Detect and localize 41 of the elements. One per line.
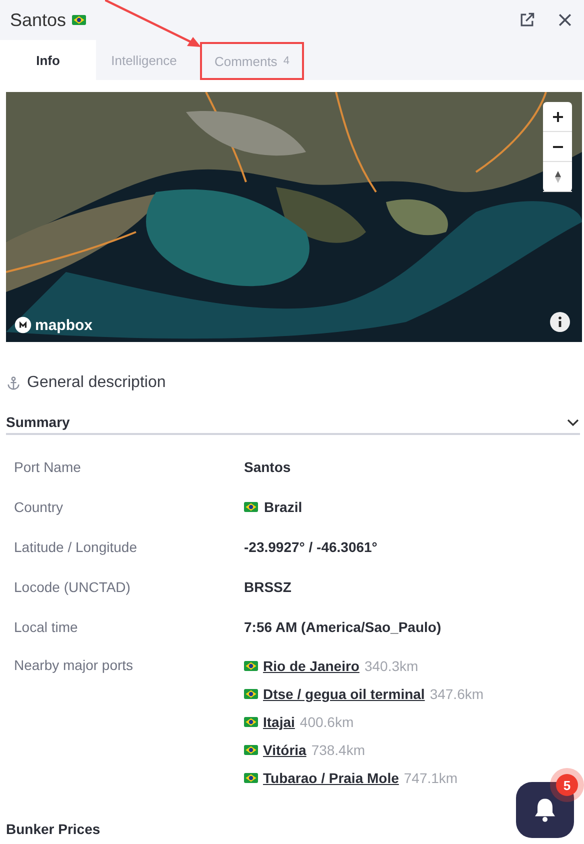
distance-text: 747.1km — [404, 770, 458, 786]
brazil-flag-icon — [244, 773, 258, 783]
field-value: -23.9927° / -46.3061° — [244, 539, 378, 555]
field-label: Country — [14, 499, 64, 515]
field-value: 7:56 AM (America/Sao_Paulo) — [244, 619, 442, 635]
port-link[interactable]: Tubarao / Praia Mole — [263, 770, 399, 786]
distance-text: 738.4km — [311, 742, 366, 758]
summary-heading: Summary — [6, 414, 70, 430]
tab[interactable]: Info — [0, 40, 96, 80]
brazil-flag-icon — [244, 745, 258, 755]
field-label: Local time — [14, 619, 79, 635]
brazil-flag-icon — [244, 661, 258, 671]
port-title: Santos — [10, 10, 66, 30]
anchor-icon — [6, 376, 21, 390]
section-title: General description — [27, 374, 166, 392]
brazil-flag-icon — [72, 15, 86, 25]
external-link-icon[interactable] — [518, 11, 536, 29]
notification-count: 5 — [556, 774, 578, 796]
attribution-text: mapbox — [35, 316, 93, 334]
field-value: Santos — [244, 459, 291, 475]
field-label: Latitude / Longitude — [14, 539, 138, 555]
field-label: Locode (UNCTAD) — [14, 579, 132, 595]
brazil-flag-icon — [244, 689, 258, 699]
section-heading: Bunker Prices — [6, 821, 100, 837]
distance-text: 347.6km — [430, 686, 484, 702]
field-value: Brazil — [264, 499, 302, 515]
port-link[interactable]: Itajai — [263, 714, 295, 730]
field-label: Port Name — [14, 459, 82, 475]
mapbox-logo-icon — [14, 316, 32, 334]
distance-text: 400.6km — [300, 714, 354, 730]
close-icon[interactable] — [556, 11, 574, 29]
brazil-flag-icon — [244, 502, 258, 512]
port-link[interactable]: Rio de Janeiro — [263, 658, 360, 674]
field-label: Nearby major ports — [14, 657, 134, 673]
info-icon[interactable] — [550, 312, 570, 332]
notifications-button[interactable] — [516, 782, 574, 838]
brazil-flag-icon — [244, 717, 258, 727]
port-link[interactable]: Vitória — [263, 742, 306, 758]
field-value: BRSSZ — [244, 579, 292, 595]
distance-text: 340.3km — [364, 658, 418, 674]
port-link[interactable]: Dtse / gegua oil terminal — [263, 686, 425, 702]
